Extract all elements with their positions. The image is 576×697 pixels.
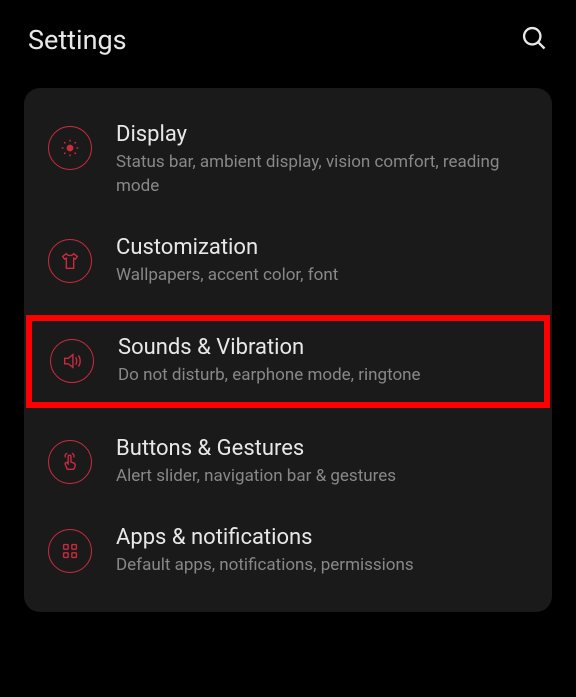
item-title: Customization bbox=[116, 235, 528, 260]
item-text: Customization Wallpapers, accent color, … bbox=[116, 235, 528, 288]
settings-item-display[interactable]: Display Status bar, ambient display, vis… bbox=[24, 104, 552, 217]
item-text: Display Status bar, ambient display, vis… bbox=[116, 122, 528, 199]
settings-panel: Display Status bar, ambient display, vis… bbox=[24, 88, 552, 612]
item-title: Sounds & Vibration bbox=[118, 335, 526, 360]
item-subtitle: Status bar, ambient display, vision comf… bbox=[116, 151, 528, 199]
shirt-icon bbox=[48, 239, 92, 283]
header: Settings bbox=[0, 0, 576, 76]
item-title: Buttons & Gestures bbox=[116, 436, 528, 461]
sound-icon bbox=[50, 339, 94, 383]
item-title: Display bbox=[116, 122, 528, 147]
page-title: Settings bbox=[28, 24, 127, 56]
brightness-icon bbox=[48, 126, 92, 170]
item-subtitle: Default apps, notifications, permissions bbox=[116, 554, 528, 578]
item-title: Apps & notifications bbox=[116, 525, 528, 550]
apps-icon bbox=[48, 529, 92, 573]
item-text: Buttons & Gestures Alert slider, navigat… bbox=[116, 436, 528, 489]
settings-item-apps[interactable]: Apps & notifications Default apps, notif… bbox=[24, 507, 552, 596]
item-text: Sounds & Vibration Do not disturb, earph… bbox=[118, 335, 526, 388]
item-text: Apps & notifications Default apps, notif… bbox=[116, 525, 528, 578]
item-subtitle: Wallpapers, accent color, font bbox=[116, 264, 528, 288]
settings-item-buttons[interactable]: Buttons & Gestures Alert slider, navigat… bbox=[24, 418, 552, 507]
settings-item-sounds[interactable]: Sounds & Vibration Do not disturb, earph… bbox=[26, 315, 550, 408]
item-subtitle: Do not disturb, earphone mode, ringtone bbox=[118, 364, 526, 388]
settings-item-customization[interactable]: Customization Wallpapers, accent color, … bbox=[24, 217, 552, 306]
touch-icon bbox=[48, 440, 92, 484]
item-subtitle: Alert slider, navigation bar & gestures bbox=[116, 465, 528, 489]
search-icon[interactable] bbox=[520, 24, 548, 56]
